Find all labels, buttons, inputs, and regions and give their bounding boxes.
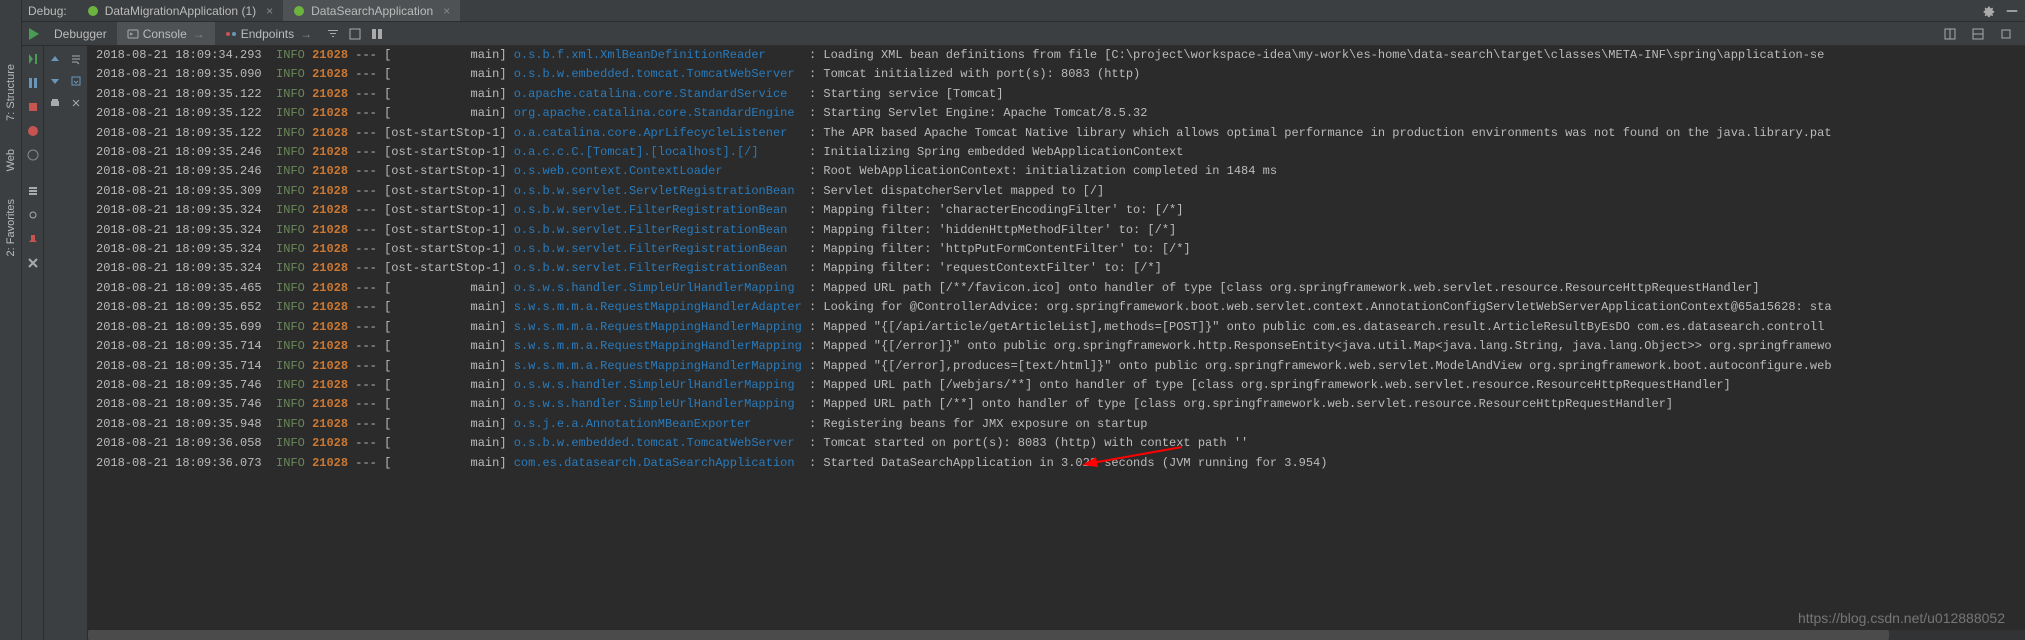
- pin-button[interactable]: [24, 230, 42, 248]
- run-config-name-1: DataSearchApplication: [311, 4, 433, 18]
- log-line: 2018-08-21 18:09:35.324 INFO 21028 --- […: [96, 240, 2025, 259]
- view-button[interactable]: [366, 23, 388, 45]
- toggle-soft-wrap-button[interactable]: [66, 48, 88, 70]
- debug-tool-row: Debugger Console → Endpoints →: [22, 22, 2025, 46]
- console-output[interactable]: 2018-08-21 18:09:34.293 INFO 21028 --- […: [88, 46, 2025, 640]
- debug-body: 2018-08-21 18:09:34.293 INFO 21028 --- […: [22, 46, 2025, 640]
- spring-leaf-icon: [293, 5, 305, 17]
- view-breakpoints-button[interactable]: [24, 122, 42, 140]
- log-line: 2018-08-21 18:09:35.122 INFO 21028 --- […: [96, 85, 2025, 104]
- rerun-button[interactable]: [22, 22, 44, 45]
- log-line: 2018-08-21 18:09:35.746 INFO 21028 --- […: [96, 376, 2025, 395]
- expand-button[interactable]: [344, 23, 366, 45]
- endpoints-icon: [225, 28, 237, 40]
- log-line: 2018-08-21 18:09:35.246 INFO 21028 --- […: [96, 162, 2025, 181]
- run-config-name-0: DataMigrationApplication (1): [105, 4, 256, 18]
- close-icon[interactable]: ×: [266, 4, 273, 18]
- console-tab[interactable]: Console →: [117, 22, 215, 45]
- log-line: 2018-08-21 18:09:36.058 INFO 21028 --- […: [96, 434, 2025, 453]
- log-line: 2018-08-21 18:09:35.714 INFO 21028 --- […: [96, 357, 2025, 376]
- debugger-tab-label: Debugger: [54, 27, 107, 41]
- log-line: 2018-08-21 18:09:35.246 INFO 21028 --- […: [96, 143, 2025, 162]
- horizontal-scrollbar[interactable]: [88, 630, 2025, 640]
- stop-button[interactable]: [24, 98, 42, 116]
- layout-button[interactable]: [1939, 23, 1961, 45]
- log-line: 2018-08-21 18:09:35.465 INFO 21028 --- […: [96, 279, 2025, 298]
- log-line: 2018-08-21 18:09:35.122 INFO 21028 --- […: [96, 124, 2025, 143]
- log-line: 2018-08-21 18:09:35.948 INFO 21028 --- […: [96, 415, 2025, 434]
- debug-actions-gutter: [22, 46, 44, 640]
- scrollbar-thumb[interactable]: [88, 630, 1889, 640]
- main-panel: Debug: DataMigrationApplication (1) × Da…: [22, 0, 2025, 640]
- close-debug-button[interactable]: [24, 254, 42, 272]
- structure-tool-tab[interactable]: 7: Structure: [5, 56, 17, 129]
- console-icon: [127, 28, 139, 40]
- favorites-tool-tab[interactable]: 2: Favorites: [5, 191, 17, 264]
- spring-leaf-icon: [87, 5, 99, 17]
- log-line: 2018-08-21 18:09:34.293 INFO 21028 --- […: [96, 46, 2025, 65]
- pin-icon[interactable]: →: [193, 27, 205, 41]
- pin-icon[interactable]: →: [300, 27, 312, 41]
- layout2-button[interactable]: [1967, 23, 1989, 45]
- console-tab-label: Console: [143, 27, 187, 41]
- web-label: Web: [5, 149, 17, 171]
- run-config-tab-1[interactable]: DataSearchApplication ×: [283, 0, 460, 21]
- debug-label: Debug:: [28, 4, 67, 18]
- log-line: 2018-08-21 18:09:35.324 INFO 21028 --- […: [96, 221, 2025, 240]
- settings-button[interactable]: [24, 206, 42, 224]
- log-line: 2018-08-21 18:09:35.324 INFO 21028 --- […: [96, 201, 2025, 220]
- run-config-tab-0[interactable]: DataMigrationApplication (1) ×: [77, 0, 283, 21]
- console-actions-gutter: [44, 46, 88, 640]
- favorites-label: 2: Favorites: [5, 199, 17, 256]
- log-line: 2018-08-21 18:09:35.090 INFO 21028 --- […: [96, 65, 2025, 84]
- log-line: 2018-08-21 18:09:36.073 INFO 21028 --- […: [96, 454, 2025, 473]
- gear-icon[interactable]: [1981, 4, 1995, 18]
- hide-icon[interactable]: [2005, 4, 2019, 18]
- endpoints-tab-label: Endpoints: [241, 27, 294, 41]
- pause-button[interactable]: [24, 74, 42, 92]
- thread-dump-button[interactable]: [24, 182, 42, 200]
- filter-button[interactable]: [322, 23, 344, 45]
- down-stack-button[interactable]: [44, 70, 66, 92]
- up-stack-button[interactable]: [44, 48, 66, 70]
- mute-breakpoints-button[interactable]: [24, 146, 42, 164]
- log-line: 2018-08-21 18:09:35.309 INFO 21028 --- […: [96, 182, 2025, 201]
- print-button[interactable]: [44, 92, 66, 114]
- log-line: 2018-08-21 18:09:35.324 INFO 21028 --- […: [96, 259, 2025, 278]
- log-line: 2018-08-21 18:09:35.652 INFO 21028 --- […: [96, 298, 2025, 317]
- log-line: 2018-08-21 18:09:35.714 INFO 21028 --- […: [96, 337, 2025, 356]
- debugger-tab[interactable]: Debugger: [44, 22, 117, 45]
- structure-label: 7: Structure: [5, 64, 17, 121]
- log-line: 2018-08-21 18:09:35.746 INFO 21028 --- […: [96, 395, 2025, 414]
- log-line: 2018-08-21 18:09:35.122 INFO 21028 --- […: [96, 104, 2025, 123]
- left-tool-rail: 7: Structure Web 2: Favorites: [0, 0, 22, 640]
- restore-button[interactable]: [1995, 23, 2017, 45]
- resume-button[interactable]: [24, 50, 42, 68]
- endpoints-tab[interactable]: Endpoints →: [215, 22, 322, 45]
- web-tool-tab[interactable]: Web: [5, 141, 17, 179]
- scroll-to-end-button[interactable]: [66, 70, 88, 92]
- debug-config-bar: Debug: DataMigrationApplication (1) × Da…: [22, 0, 2025, 22]
- close-icon[interactable]: ×: [443, 4, 450, 18]
- log-line: 2018-08-21 18:09:35.699 INFO 21028 --- […: [96, 318, 2025, 337]
- clear-all-button[interactable]: [66, 92, 88, 114]
